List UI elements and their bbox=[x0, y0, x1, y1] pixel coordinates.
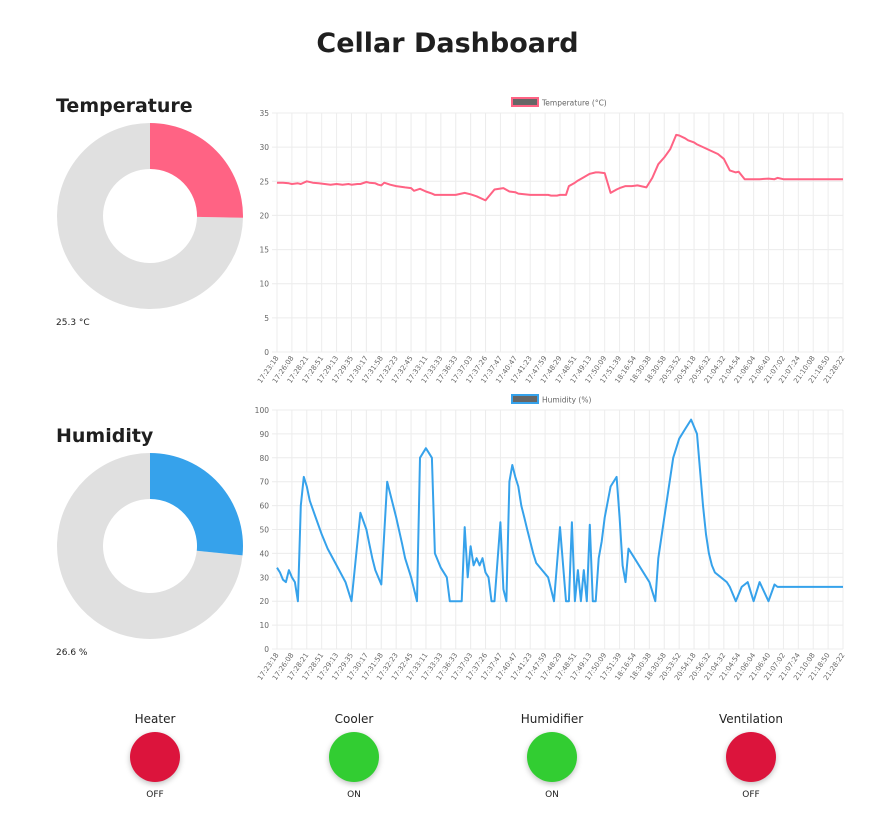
temperature-chart-legend-label: Temperature (°C) bbox=[541, 99, 607, 108]
temperature-gauge bbox=[56, 123, 243, 309]
humidity-chart-y-tick-label: 60 bbox=[259, 502, 269, 511]
device-heater: Heater OFF bbox=[95, 712, 215, 800]
temperature-gauge-value: 25.3 °C bbox=[56, 318, 90, 328]
temperature-chart-y-tick-label: 25 bbox=[259, 177, 269, 186]
humidity-gauge-value-segment bbox=[150, 453, 243, 556]
humidity-chart-y-tick-label: 80 bbox=[259, 454, 269, 463]
temperature-chart-legend-swatch bbox=[511, 97, 539, 107]
temperature-gauge-title: Temperature bbox=[56, 95, 193, 117]
humidity-chart-legend-label: Humidity (%) bbox=[542, 396, 591, 405]
device-heater-state: OFF bbox=[146, 790, 164, 800]
temperature-gauge-value-segment bbox=[150, 123, 243, 218]
temperature-chart-y-tick-label: 5 bbox=[264, 314, 269, 323]
humidity-chart-y-tick-label: 0 bbox=[264, 645, 269, 654]
device-heater-name: Heater bbox=[134, 712, 176, 726]
device-ventilation-name: Ventilation bbox=[719, 712, 783, 726]
humidity-gauge-title: Humidity bbox=[56, 425, 154, 447]
humidity-chart-y-tick-label: 30 bbox=[259, 573, 269, 582]
device-cooler-name: Cooler bbox=[334, 712, 374, 726]
device-ventilation-indicator bbox=[726, 732, 776, 782]
humidity-chart-y-tick-label: 100 bbox=[255, 406, 270, 415]
temperature-chart-y-tick-label: 0 bbox=[264, 348, 269, 357]
temperature-chart-y-tick-label: 30 bbox=[259, 143, 269, 152]
humidity-chart-y-tick-label: 50 bbox=[259, 526, 269, 535]
temperature-chart-y-tick-label: 10 bbox=[259, 280, 269, 289]
device-humidifier-state: ON bbox=[545, 790, 559, 800]
device-humidifier: Humidifier ON bbox=[492, 712, 612, 800]
humidity-chart-legend-swatch bbox=[511, 394, 539, 404]
humidity-chart-y-tick-label: 20 bbox=[259, 597, 269, 606]
humidity-chart-y-tick-label: 90 bbox=[259, 430, 269, 439]
humidity-gauge bbox=[57, 453, 243, 639]
page-title: Cellar Dashboard bbox=[316, 28, 579, 59]
device-humidifier-name: Humidifier bbox=[520, 712, 584, 726]
device-cooler-state: ON bbox=[347, 790, 361, 800]
humidity-line-chart: 010203040506070809010017:23:1817:26:0817… bbox=[255, 394, 847, 682]
humidity-chart-y-tick-label: 70 bbox=[259, 478, 269, 487]
device-cooler-indicator bbox=[329, 732, 379, 782]
device-cooler: Cooler ON bbox=[294, 712, 414, 800]
humidity-gauge-value: 26.6 % bbox=[56, 648, 88, 658]
temperature-line-chart: 0510152025303517:23:1817:26:0817:28:2117… bbox=[256, 97, 847, 385]
device-heater-indicator bbox=[130, 732, 180, 782]
humidity-chart-y-tick-label: 40 bbox=[259, 549, 269, 558]
humidity-chart-y-tick-label: 10 bbox=[259, 621, 269, 630]
device-humidifier-indicator bbox=[527, 732, 577, 782]
temperature-chart-y-tick-label: 35 bbox=[259, 109, 269, 118]
device-ventilation: Ventilation OFF bbox=[691, 712, 811, 800]
temperature-chart-y-tick-label: 20 bbox=[259, 211, 269, 220]
temperature-chart-y-tick-label: 15 bbox=[259, 246, 269, 255]
device-ventilation-state: OFF bbox=[742, 790, 760, 800]
